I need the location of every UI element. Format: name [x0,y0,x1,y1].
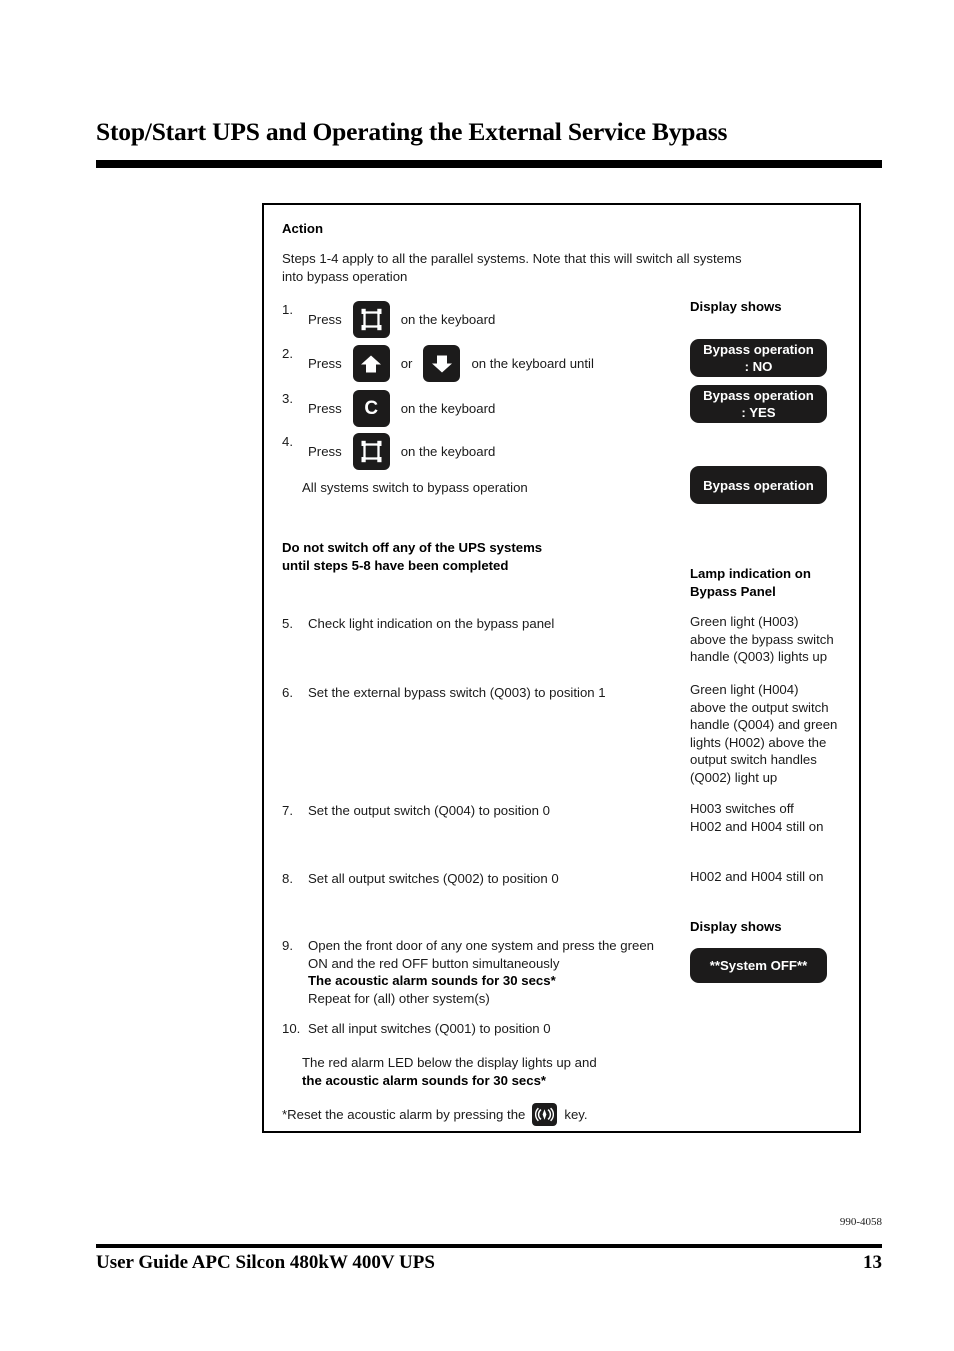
lcd-line-1: **System OFF** [709,958,808,973]
arrow-up-key-icon[interactable] [352,345,390,382]
step-8-result: H002 and H004 still on [690,869,824,884]
procedure-content-box: Action Steps 1-4 apply to all the parall… [262,203,861,1133]
step-body: Press on the keyboard [308,301,495,338]
lcd-line-1: Bypass operation [703,342,814,357]
display-shows-heading-1: Display shows [690,299,782,314]
footnote-body: *Reset the acoustic alarm by pressing th… [282,1103,588,1126]
step-number: 2. [282,346,293,361]
step-row-1: 1. Press on the keyboard [282,301,495,338]
lcd-line-2: : NO [744,359,773,374]
warning-text: Do not switch off any of the UPS systems… [282,540,543,573]
c-key-letter: C [364,398,379,419]
step-9-line-4: Repeat for (all) other system(s) [308,990,490,1006]
footnote-after-text: key. [564,1106,588,1122]
display-shows-heading-2: Display shows [690,919,782,934]
footnote-before-text: *Reset the acoustic alarm by pressing th… [282,1106,526,1122]
page-title: Stop/Start UPS and Operating the Externa… [96,117,728,146]
lcd-bypass-operation-yes: Bypass operation : YES [690,385,827,423]
step-row-3: 3. Press C on the keyboard [282,390,495,427]
step-number: 9. [282,938,293,953]
step-text: Set all output switches (Q002) to positi… [308,871,559,886]
step-row-4: 4. Press on the keyboard [282,433,495,470]
lamp-indication-heading: Lamp indication on Bypass Panel [690,566,811,599]
lcd-line-1: Bypass operation [703,477,814,493]
step-number: 10. [282,1021,301,1036]
step-6-result: Green light (H004) above the output swit… [690,682,838,785]
title-divider-rule [96,160,882,168]
lcd-line-1: Bypass operation [703,388,814,403]
alarm-bell-key-icon[interactable] [532,1103,558,1126]
step-text: Set all input switches (Q001) to positio… [308,1021,551,1036]
step-10-result-line-1: The red alarm LED below the display ligh… [302,1055,597,1070]
intro-paragraph: Steps 1-4 apply to all the parallel syst… [282,251,742,284]
lcd-bypass-operation-no: Bypass operation : NO [690,339,827,377]
step-5-result: Green light (H003) above the bypass swit… [690,614,834,665]
page-number: 13 [863,1252,882,1273]
press-label: Press [308,355,342,371]
footer-divider-rule [96,1244,882,1248]
step-body: Open the front door of any one system an… [308,937,682,1007]
document-number: 990-4058 [839,1216,882,1228]
step-text: Set the output switch (Q004) to position… [308,803,550,818]
step-tail-text: on the keyboard until [471,355,594,371]
step-number: 4. [282,434,293,449]
step-text: Check light indication on the bypass pan… [308,616,555,631]
frame-key-icon[interactable] [352,301,390,338]
step-tail-text: on the keyboard [400,443,496,459]
press-label: Press [308,400,342,416]
step-row-9: 9. Open the front door of any one system… [282,937,682,1007]
step-row-6: 6. Set the external bypass switch (Q003)… [282,684,606,702]
lcd-line-2: : YES [741,405,776,420]
press-label: Press [308,311,342,327]
step-text: Set the external bypass switch (Q003) to… [308,685,606,700]
footer-guide-title: User Guide APC Silcon 480kW 400V UPS [96,1252,435,1273]
step-body: Press C on the keyboard [308,390,495,427]
step-10-result-line-2: the acoustic alarm sounds for 30 secs* [302,1073,547,1088]
step-tail-text: on the keyboard [400,311,496,327]
footnote-row: *Reset the acoustic alarm by pressing th… [282,1103,588,1126]
step-body: Press on the keyboard [308,433,495,470]
step-number: 1. [282,302,293,317]
step-9-line-2: ON and the red OFF button simultaneously [308,955,560,971]
arrow-down-key-icon[interactable] [423,345,461,382]
lcd-bypass-operation: Bypass operation [690,466,827,504]
after-step4-note: All systems switch to bypass operation [302,480,528,495]
or-conjunction: or [400,355,413,371]
action-heading: Action [282,221,324,236]
lcd-system-off: **System OFF** [690,948,827,983]
step-number: 5. [282,616,293,631]
step-row-5: 5. Check light indication on the bypass … [282,615,554,633]
step-body: Press or on the keyboard until [308,345,594,382]
step-row-2: 2. Press or on the keyboard until [282,345,594,382]
step-9-line-1: Open the front door of any one system an… [308,938,655,953]
step-row-8: 8. Set all output switches (Q002) to pos… [282,870,559,888]
step-tail-text: on the keyboard [400,400,496,416]
c-key-icon[interactable]: C [352,390,390,427]
step-number: 7. [282,803,293,818]
step-row-7: 7. Set the output switch (Q004) to posit… [282,802,550,820]
press-label: Press [308,443,342,459]
step-row-10: 10. Set all input switches (Q001) to pos… [282,1020,551,1038]
frame-key-icon[interactable] [352,433,390,470]
step-number: 8. [282,871,293,886]
step-7-result: H003 switches off H002 and H004 still on [690,801,824,834]
step-number: 3. [282,391,293,406]
step-9-line-3-bold: The acoustic alarm sounds for 30 secs* [308,973,556,989]
step-number: 6. [282,685,293,700]
